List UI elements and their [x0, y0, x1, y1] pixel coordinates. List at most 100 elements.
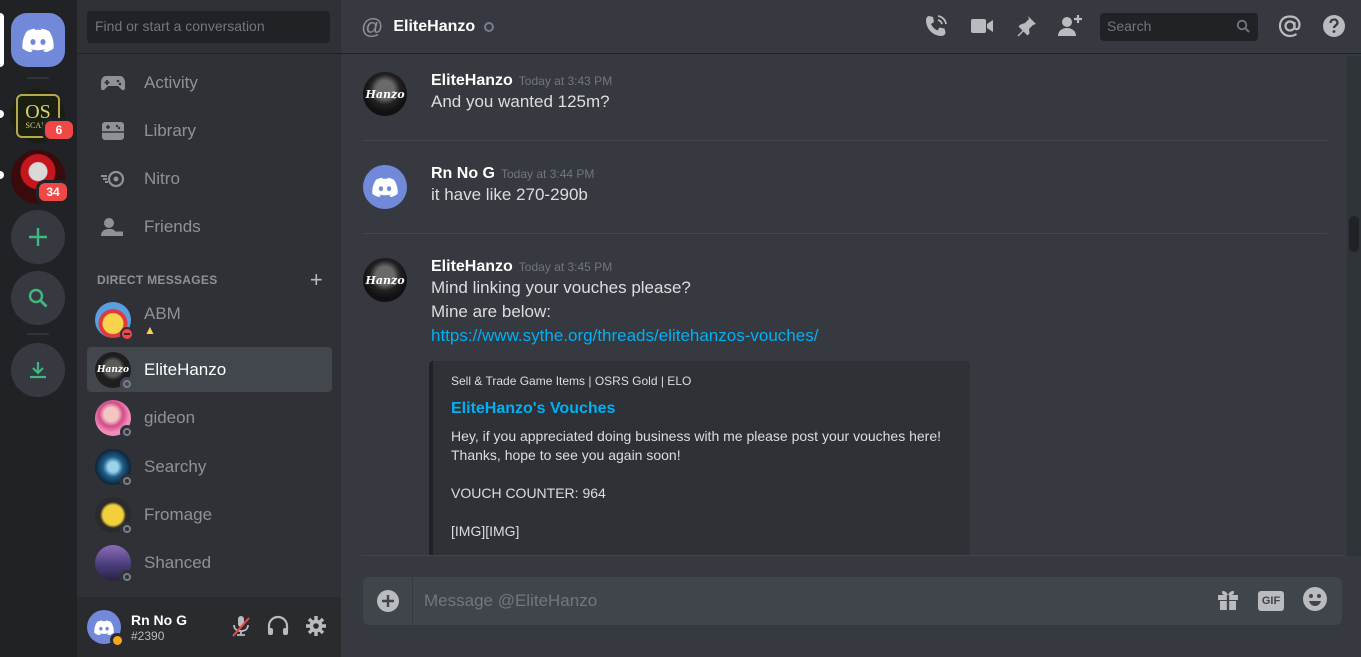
embed-provider: Sell & Trade Game Items | OSRS Gold | EL… [451, 374, 692, 388]
nav-nitro[interactable]: Nitro [87, 158, 332, 200]
explore-servers-button[interactable] [11, 271, 65, 325]
nav-label: Library [144, 121, 196, 140]
message-avatar[interactable]: Hanzo [363, 258, 407, 302]
start-video-call-button[interactable] [970, 14, 994, 38]
dm-item-elitehanzo[interactable]: Hanzo EliteHanzo [87, 347, 332, 392]
emoji-picker-button[interactable] [1302, 586, 1328, 617]
message-scrollbar[interactable] [1347, 56, 1361, 556]
gift-icon [1218, 590, 1238, 610]
message-avatar[interactable] [363, 165, 407, 209]
download-apps-button[interactable] [11, 343, 65, 397]
message: Rn No G Today at 3:44 PM it have like 270… [363, 165, 1327, 209]
plus-circle-icon [376, 590, 399, 612]
unread-pill [0, 171, 4, 179]
avatar [95, 301, 134, 341]
help-question-icon [1323, 15, 1345, 37]
mention-badge: 34 [36, 180, 70, 204]
avatar-text: Hanzo [365, 273, 405, 287]
username: Rn No G [131, 611, 187, 628]
nav-library[interactable]: Library [87, 110, 332, 152]
nitro-icon [101, 167, 125, 191]
avatar-text: Hanzo [97, 364, 129, 375]
create-dm-button[interactable]: + [310, 269, 323, 291]
offline-status-icon [120, 521, 134, 536]
message-link[interactable]: https://www.sythe.org/threads/elitehanzo… [431, 324, 1327, 348]
gif-picker-button[interactable]: GIF [1258, 591, 1284, 611]
offline-status-icon [120, 569, 134, 584]
user-panel: Rn No G #2390 [77, 597, 341, 657]
gift-button[interactable] [1216, 587, 1240, 616]
message-timestamp: Today at 3:43 PM [518, 74, 613, 88]
message-content: Mind linking your vouches please? [431, 278, 691, 297]
message-input[interactable]: Message @EliteHanzo [413, 591, 1216, 611]
pinned-messages-button[interactable] [1014, 14, 1038, 38]
embed-title[interactable]: EliteHanzo's Vouches [451, 400, 954, 418]
user-discriminator: #2390 [131, 628, 165, 643]
rail-separator [27, 333, 49, 335]
mention-badge: 6 [42, 118, 76, 142]
message-divider [363, 233, 1327, 234]
upload-button[interactable] [363, 577, 413, 625]
rail-separator [27, 77, 49, 79]
add-friends-to-dm-button[interactable] [1057, 14, 1083, 38]
add-server-button[interactable] [11, 210, 65, 264]
gamepad-icon [101, 71, 125, 95]
message-list: Hanzo EliteHanzo Today at 3:43 PM And you… [341, 55, 1347, 555]
dm-item-searchy[interactable]: Searchy [87, 444, 332, 489]
message-author[interactable]: Rn No G [431, 165, 495, 182]
user-avatar[interactable] [87, 610, 124, 647]
find-conversation-input[interactable]: Find or start a conversation [87, 11, 330, 43]
offline-status-icon [120, 473, 134, 488]
add-user-icon [1058, 15, 1082, 36]
message-divider [363, 140, 1327, 141]
message-content: it have like 270-290b [431, 185, 588, 204]
at-mention-icon [1278, 15, 1301, 38]
dm-item-abm[interactable]: ABM ▲ [87, 297, 332, 342]
nav-activity[interactable]: Activity [87, 62, 332, 104]
discord-logo-icon [372, 177, 398, 197]
mute-button[interactable] [231, 615, 251, 642]
message-author[interactable]: EliteHanzo [431, 72, 513, 89]
message-author[interactable]: EliteHanzo [431, 258, 513, 275]
user-settings-button[interactable] [305, 615, 327, 642]
composer-actions: GIF [1216, 586, 1342, 617]
home-button[interactable] [11, 13, 65, 67]
dm-item-shanced[interactable]: Shanced [87, 540, 332, 585]
nav-label: Activity [144, 73, 198, 92]
chat-search-input[interactable]: Search [1100, 13, 1258, 41]
friends-icon [101, 215, 125, 239]
help-button[interactable] [1322, 14, 1346, 38]
download-icon [30, 362, 46, 379]
dm-sidebar: Find or start a conversation Activity Li… [77, 0, 341, 657]
message: Hanzo EliteHanzo Today at 3:45 PM Mind li… [363, 258, 1327, 348]
user-controls [231, 615, 327, 642]
embed-description: Hey, if you appreciated doing business w… [451, 428, 942, 539]
pikachu-activity-icon: ▲ [144, 322, 156, 337]
video-camera-icon [971, 19, 993, 33]
nav-friends[interactable]: Friends [87, 206, 332, 248]
gif-icon: GIF [1261, 595, 1281, 607]
scrollbar-thumb[interactable] [1349, 216, 1359, 252]
discord-app: OS SCAPE 6 34 Find or start a conversati… [0, 0, 1361, 657]
dm-header-label: DIRECT MESSAGES [97, 273, 218, 287]
dm-name: Searchy [144, 456, 207, 476]
dm-item-fromage[interactable]: Fromage [87, 492, 332, 537]
message: Hanzo EliteHanzo Today at 3:43 PM And you… [363, 72, 1327, 116]
user-info: Rn No G #2390 [131, 612, 187, 643]
server-red-skull[interactable]: 34 [11, 150, 70, 204]
avatar-text: Hanzo [365, 87, 405, 101]
library-icon [101, 119, 125, 143]
server-osrs[interactable]: OS SCAPE 6 [11, 89, 76, 143]
message-content: Mine are below: [431, 302, 552, 321]
server-rail: OS SCAPE 6 34 [0, 0, 77, 657]
deafen-button[interactable] [267, 615, 289, 642]
message-avatar[interactable]: Hanzo [363, 72, 407, 116]
avatar [95, 399, 134, 439]
search-icon [28, 288, 48, 308]
mentions-button[interactable] [1278, 14, 1302, 38]
idle-status-icon [110, 633, 124, 647]
dm-item-gideon[interactable]: gideon [87, 395, 332, 440]
offline-status-icon [484, 21, 495, 32]
pin-icon [1017, 16, 1036, 37]
start-voice-call-button[interactable] [924, 14, 948, 38]
